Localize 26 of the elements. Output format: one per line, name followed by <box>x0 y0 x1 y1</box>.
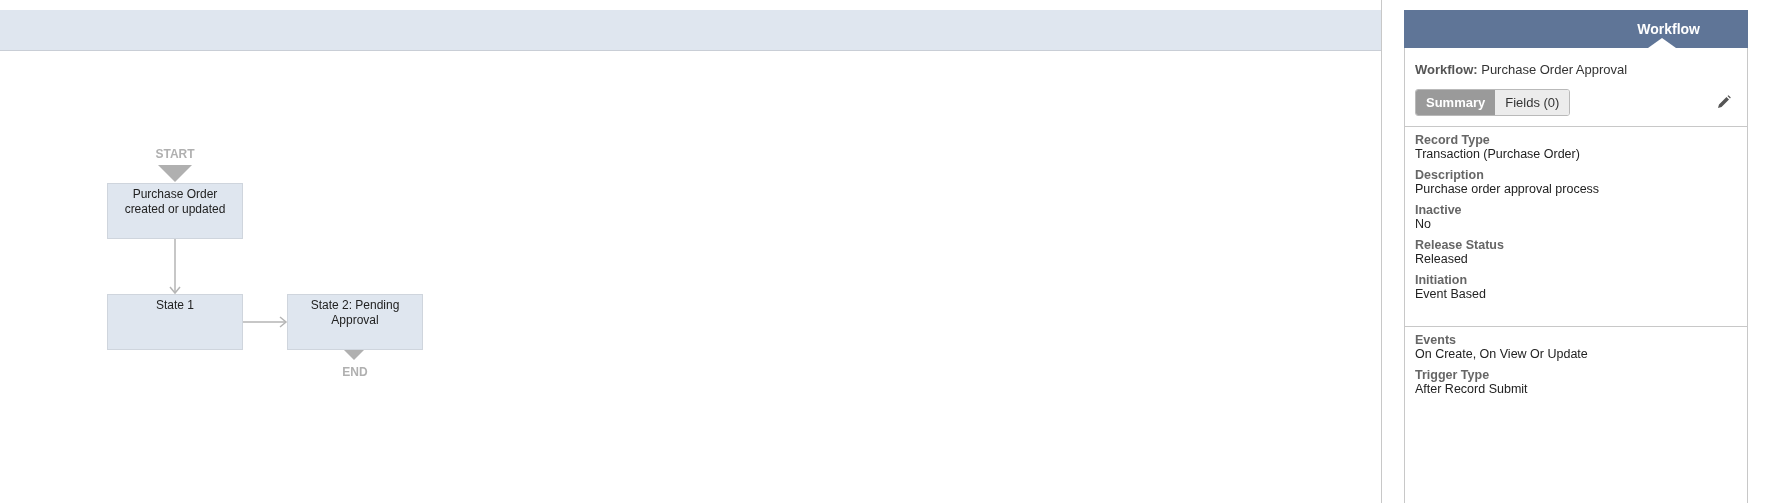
flow-label: START <box>154 146 196 163</box>
state-node[interactable]: State 1 <box>107 294 243 350</box>
connector-arrow <box>169 238 181 295</box>
field-value: Transaction (Purchase Order) <box>1415 147 1581 161</box>
flow-label: END <box>341 364 369 381</box>
field-label: Events <box>1415 333 1457 347</box>
field-label: Description <box>1415 168 1485 182</box>
field-label: Trigger Type <box>1415 368 1491 382</box>
tab[interactable]: Fields (0) <box>1495 89 1570 115</box>
field-label: Release Status <box>1415 238 1505 252</box>
field-label: Record Type <box>1415 133 1491 147</box>
field-label: Inactive <box>1415 203 1463 217</box>
field-label: Initiation <box>1415 273 1469 287</box>
pointer-icon <box>1648 38 1676 48</box>
panel-tab[interactable]: Workflow <box>1637 18 1700 40</box>
state-node[interactable]: Purchase Order created or updated <box>107 183 243 239</box>
field-value: Purchase order approval process <box>1415 182 1601 196</box>
field-value: On Create, On View Or Update <box>1415 347 1589 361</box>
edit-icon[interactable] <box>1717 95 1731 110</box>
field-value: No <box>1415 217 1432 231</box>
connector-arrow <box>242 316 288 328</box>
field-value: Event Based <box>1415 287 1487 301</box>
field-value: Released <box>1415 252 1469 266</box>
workflow-title: Workflow: Purchase Order Approval <box>1415 61 1629 79</box>
state-node[interactable]: State 2: Pending Approval <box>287 294 423 350</box>
field-value: After Record Submit <box>1415 382 1529 396</box>
